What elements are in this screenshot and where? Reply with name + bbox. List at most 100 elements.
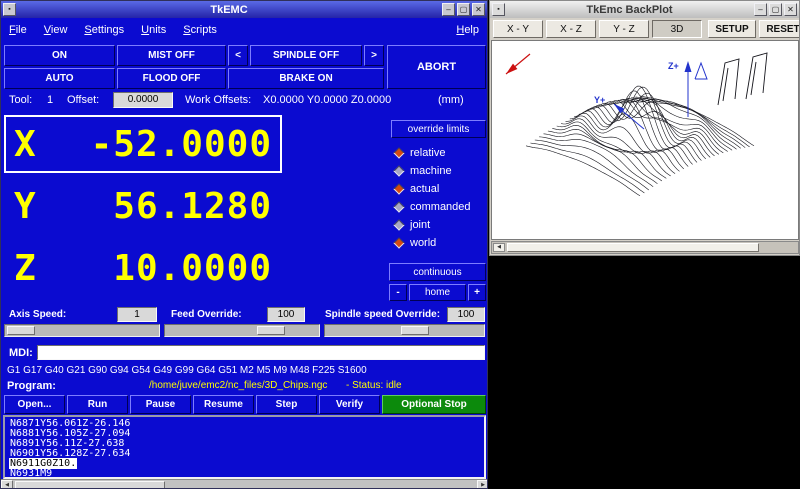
spindle-button[interactable]: SPINDLE OFF	[250, 45, 362, 66]
scrollbar-handle[interactable]	[15, 481, 165, 489]
y-axis-label: Y+	[594, 95, 605, 105]
minimize-icon[interactable]: –	[442, 3, 455, 16]
tool-value: 1	[47, 94, 53, 106]
dro-axis-x[interactable]: X -52.0000	[4, 115, 282, 173]
axis-speed-slider-handle[interactable]	[7, 326, 35, 335]
scroll-right-icon[interactable]: ▶	[477, 480, 488, 489]
backplot-titlebar[interactable]: ▪ TkEmc BackPlot – ▢ ✕	[490, 1, 799, 18]
speed-row: Axis Speed: 1 Feed Override: 100 Spindle…	[1, 307, 487, 322]
program-line[interactable]: N6901Y56.128Z-27.634	[9, 449, 480, 459]
dro-x-value: -52.0000	[91, 124, 272, 165]
radio-world[interactable]: world	[395, 234, 487, 252]
view-buttons: X - YX - ZY - Z3D	[493, 20, 702, 38]
scroll-left-icon[interactable]: ◀	[493, 243, 505, 252]
radio-label: world	[410, 237, 436, 249]
flood-button[interactable]: FLOOD OFF	[117, 68, 226, 89]
program-listing[interactable]: N6871Y56.061Z-26.146N6881Y56.105Z-27.094…	[3, 415, 486, 479]
axis-speed-slider[interactable]	[4, 324, 160, 337]
spindle-faster-button[interactable]: >	[364, 45, 384, 66]
menu-item-units[interactable]: Units	[141, 24, 166, 36]
view-x-y-button[interactable]: X - Y	[493, 20, 543, 38]
radio-diamond-icon	[393, 201, 404, 212]
maximize-icon[interactable]: ▢	[457, 3, 470, 16]
program-line[interactable]: N6931M9	[9, 469, 480, 479]
tkemc-window: ▪ TkEMC – ▢ ✕ File View Settings Units Scrip…	[0, 0, 488, 489]
window-menu-icon[interactable]: ▪	[492, 3, 505, 16]
radio-actual[interactable]: actual	[395, 180, 487, 198]
backplot-window: ▪ TkEmc BackPlot – ▢ ✕ X - YX - ZY - Z3D…	[489, 0, 800, 256]
radio-joint[interactable]: joint	[395, 216, 487, 234]
spindle-override-slider[interactable]	[324, 324, 485, 337]
radio-diamond-icon	[393, 183, 404, 194]
scroll-left-icon[interactable]: ◀	[1, 480, 13, 489]
jog-minus-button[interactable]: -	[389, 284, 407, 301]
jog-plus-button[interactable]: +	[468, 284, 486, 301]
button-run[interactable]: Run	[67, 395, 128, 414]
backplot-hscrollbar[interactable]: ◀	[491, 241, 799, 254]
feed-override-label: Feed Override:	[171, 309, 242, 320]
menu-item-help[interactable]: Help	[456, 24, 479, 36]
tool-label: Tool:	[9, 94, 32, 106]
menu-item-settings[interactable]: Settings	[84, 24, 124, 36]
radio-diamond-icon	[393, 147, 404, 158]
reset-button[interactable]: RESET	[759, 20, 800, 38]
view-y-z-button[interactable]: Y - Z	[599, 20, 649, 38]
mode-auto-button[interactable]: AUTO	[4, 68, 115, 89]
program-hscrollbar[interactable]: ◀ ▶	[1, 479, 488, 489]
override-limits-button[interactable]: override limits	[391, 120, 486, 138]
radio-machine[interactable]: machine	[395, 162, 487, 180]
work-offsets-label: Work Offsets:	[185, 94, 251, 106]
radio-label: relative	[410, 147, 445, 159]
radio-diamond-icon	[393, 219, 404, 230]
brake-button[interactable]: BRAKE ON	[228, 68, 384, 89]
menu-item-scripts[interactable]: Scripts	[183, 24, 217, 36]
close-icon[interactable]: ✕	[784, 3, 797, 16]
radio-relative[interactable]: relative	[395, 144, 487, 162]
button-open[interactable]: Open...	[4, 395, 65, 414]
menu-item-view[interactable]: View	[44, 24, 68, 36]
radio-diamond-icon	[393, 165, 404, 176]
button-step[interactable]: Step	[256, 395, 317, 414]
maximize-icon[interactable]: ▢	[769, 3, 782, 16]
mdi-input[interactable]	[37, 345, 485, 360]
button-resume[interactable]: Resume	[193, 395, 254, 414]
spindle-override-slider-handle[interactable]	[401, 326, 429, 335]
dro-axis-z[interactable]: Z 10.0000	[4, 239, 282, 297]
program-line[interactable]: N6911G0Z10.	[9, 459, 480, 469]
button-pause[interactable]: Pause	[130, 395, 191, 414]
view-x-z-button[interactable]: X - Z	[546, 20, 596, 38]
menu-item-file[interactable]: File	[9, 24, 27, 36]
spindle-slower-button[interactable]: <	[228, 45, 248, 66]
program-row: Program: /home/juve/emc2/nc_files/3D_Chi…	[1, 380, 487, 393]
home-button[interactable]: home	[409, 284, 466, 301]
work-offsets-value: X0.0000 Y0.0000 Z0.0000	[263, 94, 391, 106]
dro-axis-y[interactable]: Y 56.1280	[4, 177, 282, 235]
setup-button[interactable]: SETUP	[708, 20, 756, 38]
radio-label: machine	[410, 165, 452, 177]
machine-on-button[interactable]: ON	[4, 45, 115, 66]
mist-button[interactable]: MIST OFF	[117, 45, 226, 66]
feed-override-slider-handle[interactable]	[257, 326, 285, 335]
view-3d-button[interactable]: 3D	[652, 20, 702, 38]
axis-speed-label: Axis Speed:	[9, 309, 66, 320]
feed-override-slider[interactable]	[164, 324, 320, 337]
optional-stop-button[interactable]: Optional Stop	[382, 395, 486, 414]
abort-button[interactable]: ABORT	[387, 45, 486, 89]
close-icon[interactable]: ✕	[472, 3, 485, 16]
program-path: /home/juve/emc2/nc_files/3D_Chips.ngc	[149, 380, 327, 391]
radio-commanded[interactable]: commanded	[395, 198, 487, 216]
tkemc-window-title: TkEMC	[16, 4, 442, 16]
menu-items: File View Settings Units Scripts	[9, 24, 217, 36]
spindle-override-value: 100	[447, 307, 485, 322]
scrollbar-handle[interactable]	[507, 243, 759, 252]
offset-entry[interactable]: 0.0000	[113, 92, 173, 108]
button-verify[interactable]: Verify	[319, 395, 380, 414]
dro-y-value: 56.1280	[113, 186, 272, 227]
jog-mode-button[interactable]: continuous	[389, 263, 486, 281]
tool-info-row: Tool: 1 Offset: 0.0000 Work Offsets: X0.…	[1, 93, 487, 109]
minimize-icon[interactable]: –	[754, 3, 767, 16]
window-menu-icon[interactable]: ▪	[3, 3, 16, 16]
offset-label: Offset:	[67, 94, 99, 106]
spindle-override-label: Spindle speed Override:	[325, 309, 440, 320]
tkemc-titlebar[interactable]: ▪ TkEMC – ▢ ✕	[1, 1, 487, 18]
